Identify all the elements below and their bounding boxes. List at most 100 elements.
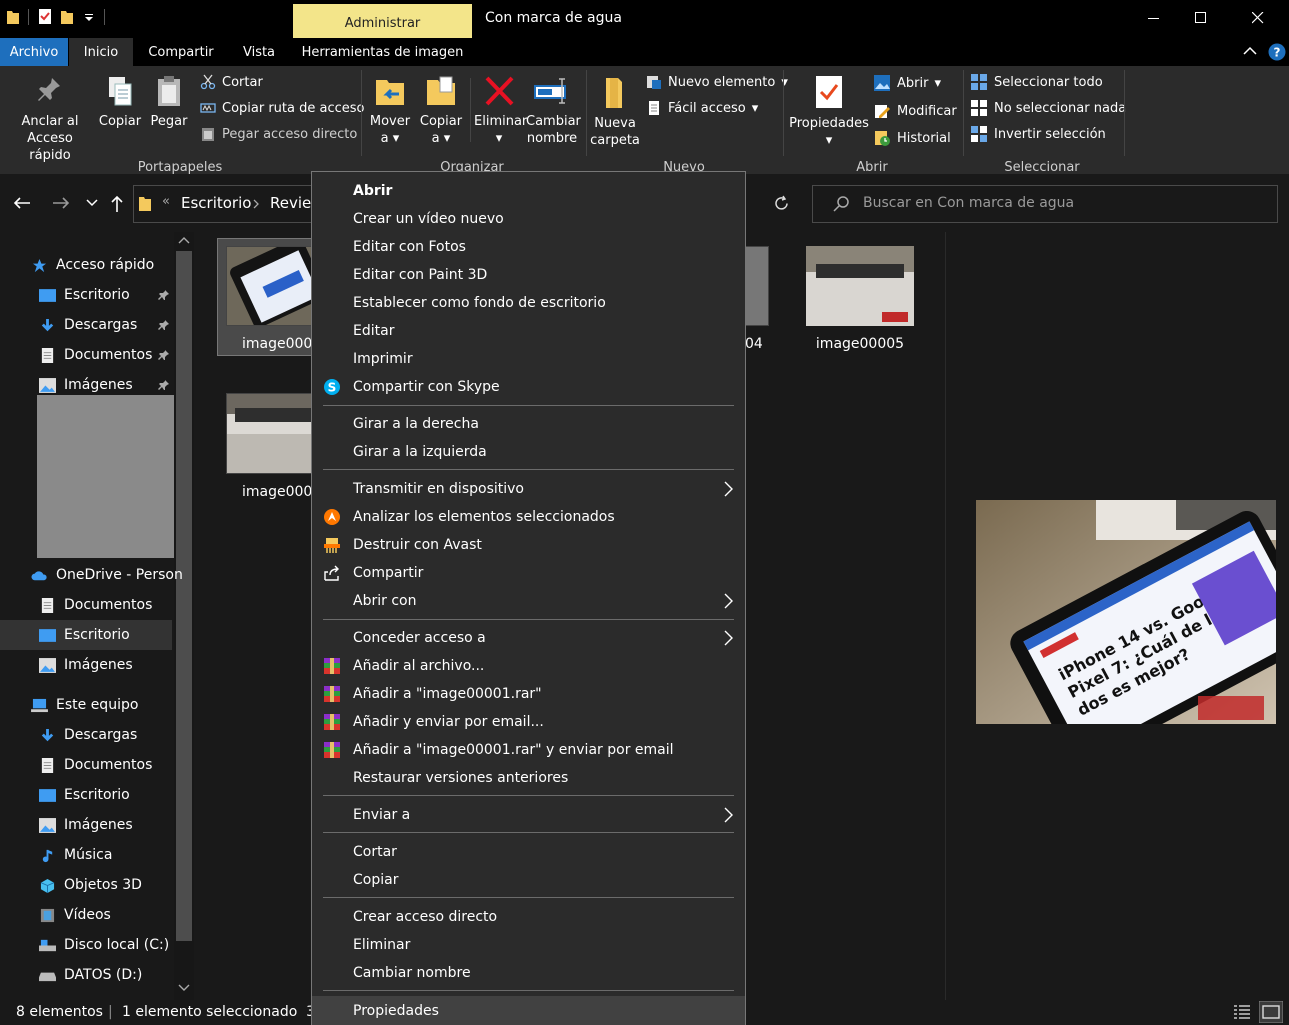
menu-item-conceder-acceso[interactable]: Conceder acceso a — [312, 624, 745, 652]
breadcrumb-overflow-icon[interactable]: « — [162, 194, 170, 209]
new-folder-button[interactable]: Nueva carpeta — [590, 74, 640, 149]
scroll-up-icon[interactable] — [178, 236, 190, 244]
menu-item-anadir-archivo[interactable]: Añadir al archivo... — [312, 652, 745, 680]
menu-item-destruir-avast[interactable]: Destruir con Avast — [312, 531, 745, 559]
history-button[interactable]: Historial — [873, 129, 951, 147]
large-icons-view-icon[interactable] — [1259, 1001, 1283, 1023]
paste-shortcut-button[interactable]: Pegar acceso directo — [200, 126, 357, 142]
menu-item-crear-acceso-directo[interactable]: Crear acceso directo — [312, 903, 745, 931]
menu-item-transmitir[interactable]: Transmitir en dispositivo — [312, 475, 745, 503]
properties-button[interactable]: Propiedades ▾ — [788, 74, 870, 149]
sidebar-item-datos-d[interactable]: DATOS (D:) — [0, 960, 142, 990]
cut-button[interactable]: Cortar — [200, 74, 263, 90]
delete-button[interactable]: Eliminar ▾ — [474, 74, 527, 147]
sidebar-item-acceso-rapido[interactable]: Acceso rápido — [0, 250, 154, 280]
menu-item-enviar-a[interactable]: Enviar a — [312, 801, 745, 829]
scroll-down-icon[interactable] — [178, 984, 190, 992]
menu-item-abrir[interactable]: Abrir — [312, 177, 745, 205]
edit-button[interactable]: Modificar — [873, 102, 957, 120]
new-folder-icon[interactable] — [60, 8, 74, 25]
help-icon[interactable]: ? — [1268, 43, 1286, 61]
breadcrumb-chevron-icon[interactable] — [253, 199, 260, 209]
menu-item-propiedades[interactable]: Propiedades — [312, 996, 745, 1025]
invert-selection-button[interactable]: Invertir selección — [971, 126, 1106, 143]
properties-check-icon[interactable] — [38, 8, 52, 25]
tab-vista[interactable]: Vista — [229, 38, 289, 66]
menu-item-anadir-rar-email[interactable]: Añadir a "image00001.rar" y enviar por e… — [312, 736, 745, 764]
refresh-icon[interactable] — [773, 195, 790, 212]
details-view-icon[interactable] — [1233, 1004, 1251, 1020]
paste-button[interactable]: Pegar — [147, 74, 191, 130]
menu-item-abrir-con[interactable]: Abrir con — [312, 587, 745, 615]
menu-item-restaurar-versiones[interactable]: Restaurar versiones anteriores — [312, 764, 745, 792]
sidebar-item-escritorio[interactable]: Escritorio — [0, 280, 172, 310]
sidebar-item-pc-objetos3d[interactable]: Objetos 3D — [0, 870, 142, 900]
select-none-button[interactable]: No seleccionar nada — [971, 100, 1126, 117]
menu-item-compartir-skype[interactable]: S Compartir con Skype — [312, 373, 745, 401]
easy-access-button[interactable]: Fácil acceso ▾ — [646, 100, 758, 116]
pin-icon[interactable] — [158, 319, 170, 331]
sidebar-item-documentos[interactable]: Documentos — [0, 340, 172, 370]
menu-item-copiar[interactable]: Copiar — [312, 866, 745, 894]
menu-item-editar[interactable]: Editar — [312, 317, 745, 345]
menu-item-analizar-avast[interactable]: Analizar los elementos seleccionados — [312, 503, 745, 531]
new-item-button[interactable]: Nuevo elemento ▾ — [646, 74, 788, 90]
menu-item-girar-derecha[interactable]: Girar a la derecha — [312, 410, 745, 438]
select-all-button[interactable]: Seleccionar todo — [971, 74, 1103, 91]
contextual-tab-administrar[interactable]: Administrar — [293, 4, 472, 38]
rename-button[interactable]: Cambiar nombre — [526, 74, 581, 147]
menu-item-editar-fotos[interactable]: Editar con Fotos — [312, 233, 745, 261]
sidebar-item-descargas[interactable]: Descargas — [0, 310, 172, 340]
sidebar-item-od-escritorio[interactable]: Escritorio — [0, 620, 172, 650]
minimize-button[interactable] — [1131, 0, 1177, 36]
sidebar-item-od-documentos[interactable]: Documentos — [0, 590, 152, 620]
folder-icon[interactable] — [6, 8, 20, 25]
tab-compartir[interactable]: Compartir — [136, 38, 226, 66]
collapse-ribbon-icon[interactable] — [1243, 45, 1257, 57]
sidebar-item-disco-c[interactable]: Disco local (C:) — [0, 930, 169, 960]
sidebar-item-este-equipo[interactable]: Este equipo — [0, 690, 138, 720]
copy-button[interactable]: Copiar — [97, 74, 143, 130]
menu-item-eliminar[interactable]: Eliminar — [312, 931, 745, 959]
customize-dropdown-icon[interactable] — [82, 8, 96, 25]
pin-icon[interactable] — [158, 379, 170, 391]
pin-icon[interactable] — [158, 349, 170, 361]
up-arrow-icon[interactable] — [110, 195, 124, 212]
open-button[interactable]: Abrir ▾ — [873, 74, 941, 92]
sidebar-scroll-thumb[interactable] — [176, 251, 192, 941]
pin-quick-access-button[interactable]: Anclar al Acceso rápido — [5, 74, 95, 164]
file-thumbnail[interactable] — [226, 393, 312, 474]
menu-item-compartir[interactable]: Compartir — [312, 559, 745, 587]
menu-item-fondo-escritorio[interactable]: Establecer como fondo de escritorio — [312, 289, 745, 317]
menu-item-crear-video[interactable]: Crear un vídeo nuevo — [312, 205, 745, 233]
file-item-image00005[interactable] — [806, 246, 914, 326]
menu-item-girar-izquierda[interactable]: Girar a la izquierda — [312, 438, 745, 466]
tab-inicio[interactable]: Inicio — [69, 38, 133, 66]
sidebar-item-onedrive[interactable]: OneDrive - Person — [0, 560, 183, 590]
recent-locations-chevron-icon[interactable] — [86, 199, 98, 207]
breadcrumb-escritorio[interactable]: Escritorio — [181, 194, 251, 212]
menu-item-editar-paint3d[interactable]: Editar con Paint 3D — [312, 261, 745, 289]
tab-archivo[interactable]: Archivo — [0, 38, 68, 66]
pin-icon[interactable] — [158, 289, 170, 301]
sidebar-item-pc-imagenes[interactable]: Imágenes — [0, 810, 133, 840]
copy-path-button[interactable]: Copiar ruta de acceso — [200, 100, 365, 116]
sidebar-item-pc-descargas[interactable]: Descargas — [0, 720, 137, 750]
move-to-button[interactable]: Mover a ▾ — [366, 74, 414, 147]
menu-item-cortar[interactable]: Cortar — [312, 838, 745, 866]
menu-item-anadir-email[interactable]: Añadir y enviar por email... — [312, 708, 745, 736]
tab-herramientas-imagen[interactable]: Herramientas de imagen — [293, 38, 472, 66]
sidebar-item-pc-videos[interactable]: Vídeos — [0, 900, 111, 930]
sidebar-item-od-imagenes[interactable]: Imágenes — [0, 650, 133, 680]
sidebar-item-pc-musica[interactable]: Música — [0, 840, 112, 870]
copy-to-button[interactable]: Copiar a ▾ — [417, 74, 465, 147]
menu-item-anadir-rar[interactable]: Añadir a "image00001.rar" — [312, 680, 745, 708]
menu-item-imprimir[interactable]: Imprimir — [312, 345, 745, 373]
sidebar-item-pc-escritorio[interactable]: Escritorio — [0, 780, 130, 810]
sidebar-item-pc-documentos[interactable]: Documentos — [0, 750, 152, 780]
forward-arrow-icon[interactable] — [52, 196, 70, 210]
menu-item-cambiar-nombre[interactable]: Cambiar nombre — [312, 959, 745, 987]
back-arrow-icon[interactable] — [13, 196, 31, 210]
close-button[interactable] — [1235, 0, 1281, 36]
maximize-button[interactable] — [1178, 0, 1224, 36]
